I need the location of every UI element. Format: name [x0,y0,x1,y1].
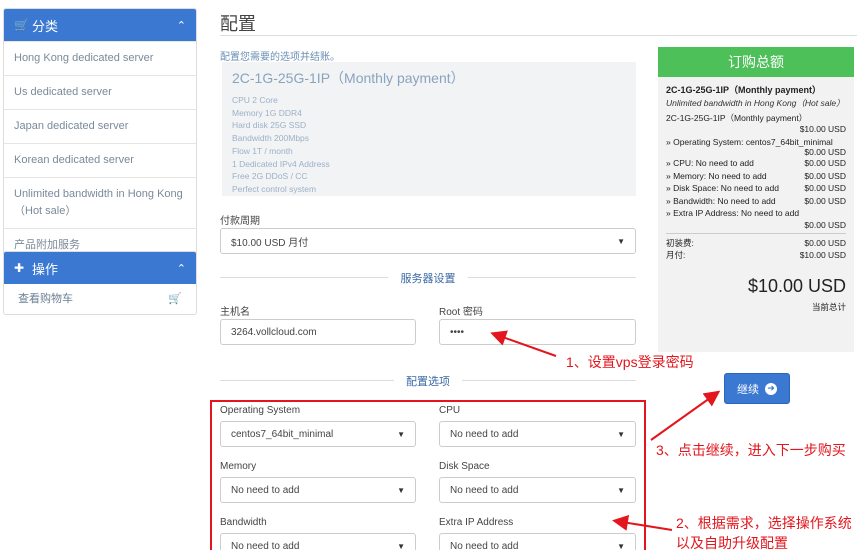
annotation-arrows [490,330,721,531]
annotation-1: 1、设置vps登录密码 [566,354,694,370]
arrow-to-options [612,515,673,531]
arrow-to-continue [650,390,721,441]
arrow-to-password [490,330,557,357]
annotation-2: 2、根据需求，选择操作系统以及自助升级配置 [676,515,852,550]
annotation-3: 3、点击继续，进入下一步购买 [656,442,846,458]
